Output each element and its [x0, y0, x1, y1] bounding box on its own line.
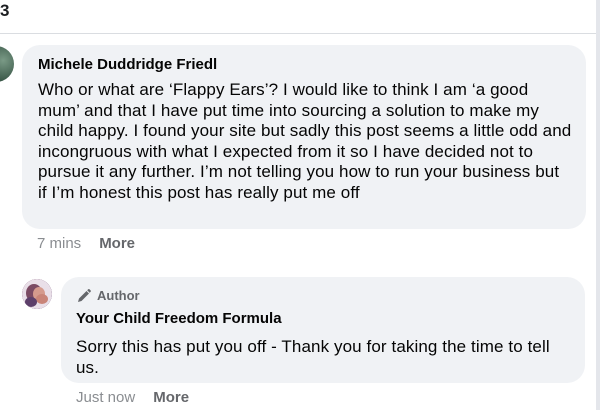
- reply-avatar[interactable]: [22, 279, 52, 309]
- reply-text: Sorry this has put you off - Thank you f…: [76, 337, 550, 377]
- comment-author-name[interactable]: Michele Duddridge Friedl: [38, 55, 572, 74]
- pencil-icon: [78, 289, 91, 302]
- avatar[interactable]: [0, 46, 14, 82]
- divider: [0, 33, 600, 34]
- comment-meta: 7 mins More: [37, 234, 135, 254]
- comment-text: Who or what are ‘Flappy Ears’? I would l…: [38, 80, 572, 202]
- reply-bubble: Author Your Child Freedom Formula Sorry …: [61, 277, 585, 383]
- author-badge: Author: [76, 287, 571, 305]
- reply-meta: Just now More: [76, 388, 189, 408]
- reply-more-button[interactable]: More: [153, 388, 189, 408]
- reply-timestamp[interactable]: Just now: [76, 388, 135, 408]
- previous-post-fragment: 3: [0, 1, 10, 20]
- reply-author-name[interactable]: Your Child Freedom Formula: [76, 309, 571, 328]
- avatar-image: [22, 279, 52, 309]
- comment-timestamp[interactable]: 7 mins: [37, 234, 81, 254]
- author-badge-label: Author: [97, 288, 140, 303]
- scrollbar-edge[interactable]: [596, 0, 600, 410]
- comment-bubble: Michele Duddridge Friedl Who or what are…: [22, 45, 586, 229]
- comment-more-button[interactable]: More: [99, 234, 135, 254]
